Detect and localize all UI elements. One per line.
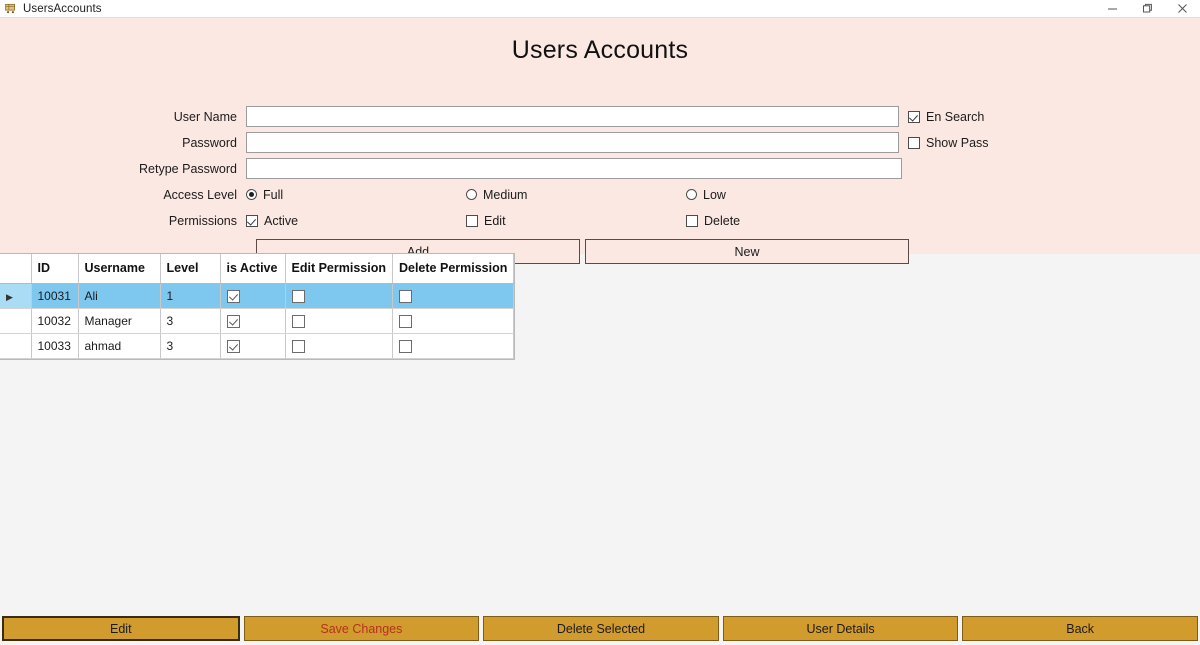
header-row-selector	[0, 254, 31, 283]
maximize-icon[interactable]	[1130, 0, 1165, 17]
radio-icon	[466, 189, 477, 200]
username-input[interactable]	[246, 106, 899, 127]
radio-icon	[246, 189, 257, 200]
checkbox-icon	[246, 215, 258, 227]
checkbox-icon[interactable]	[227, 315, 240, 328]
cell-is-active	[220, 308, 285, 333]
checkbox-icon[interactable]	[292, 340, 305, 353]
checkbox-permission-delete[interactable]: Delete	[686, 214, 740, 228]
cell-id: 10031	[31, 283, 78, 308]
en-search-checkbox[interactable]: En Search	[908, 110, 984, 124]
label-access-level: Access Level	[0, 188, 246, 202]
delete-selected-button[interactable]: Delete Selected	[483, 616, 719, 641]
radio-access-low[interactable]: Low	[686, 188, 726, 202]
retype-password-input[interactable]	[246, 158, 902, 179]
cell-id: 10032	[31, 308, 78, 333]
cell-username: Manager	[78, 308, 160, 333]
table-row[interactable]: 10032 Manager 3	[0, 308, 514, 333]
checkbox-icon[interactable]	[399, 290, 412, 303]
field-row-password: Password Show Pass	[0, 130, 1200, 155]
checkbox-icon[interactable]	[292, 315, 305, 328]
label-password: Password	[0, 136, 246, 150]
row-selector-arrow: ▶	[6, 292, 13, 302]
label-retype-password: Retype Password	[0, 162, 246, 176]
radio-access-full[interactable]: Full	[246, 188, 466, 202]
cell-delete-permission	[392, 308, 513, 333]
cell-edit-permission	[285, 333, 392, 358]
users-data-grid[interactable]: ID Username Level is Active Edit Permiss…	[0, 253, 515, 360]
radio-access-medium[interactable]: Medium	[466, 188, 686, 202]
radio-label-full: Full	[263, 188, 283, 202]
checkbox-permission-edit[interactable]: Edit	[466, 214, 686, 228]
permission-label-delete: Delete	[704, 214, 740, 228]
save-changes-button[interactable]: Save Changes	[244, 616, 480, 641]
new-button[interactable]: New	[585, 239, 909, 264]
permissions-row: Permissions Active Edit Delete	[0, 208, 1200, 233]
cell-delete-permission	[392, 333, 513, 358]
checkbox-icon[interactable]	[399, 315, 412, 328]
label-username: User Name	[0, 110, 246, 124]
checkbox-icon	[908, 137, 920, 149]
table-row[interactable]: 10033 ahmad 3	[0, 333, 514, 358]
header-username[interactable]: Username	[78, 254, 160, 283]
checkbox-icon	[908, 111, 920, 123]
radio-label-low: Low	[703, 188, 726, 202]
field-row-retype-password: Retype Password	[0, 156, 1200, 181]
en-search-label: En Search	[926, 110, 984, 124]
cell-username: Ali	[78, 283, 160, 308]
checkbox-icon	[686, 215, 698, 227]
checkbox-icon[interactable]	[227, 290, 240, 303]
window-controls	[1095, 0, 1200, 17]
header-delete-permission[interactable]: Delete Permission	[392, 254, 513, 283]
edit-button[interactable]: Edit	[2, 616, 240, 641]
radio-label-medium: Medium	[483, 188, 527, 202]
show-pass-label: Show Pass	[926, 136, 989, 150]
cell-id: 10033	[31, 333, 78, 358]
checkbox-permission-active[interactable]: Active	[246, 214, 466, 228]
checkbox-icon[interactable]	[227, 340, 240, 353]
header-level[interactable]: Level	[160, 254, 220, 283]
header-is-active[interactable]: is Active	[220, 254, 285, 283]
permission-label-active: Active	[264, 214, 298, 228]
checkbox-icon[interactable]	[292, 290, 305, 303]
password-input[interactable]	[246, 132, 899, 153]
minimize-icon[interactable]	[1095, 0, 1130, 17]
cell-delete-permission	[392, 283, 513, 308]
form-fields: User Name En Search Password Show Pass R…	[0, 104, 1200, 234]
radio-icon	[686, 189, 697, 200]
permission-label-edit: Edit	[484, 214, 506, 228]
cell-is-active	[220, 333, 285, 358]
checkbox-icon	[466, 215, 478, 227]
cell-edit-permission	[285, 308, 392, 333]
back-button[interactable]: Back	[962, 616, 1198, 641]
user-details-button[interactable]: User Details	[723, 616, 959, 641]
cell-is-active	[220, 283, 285, 308]
table-row[interactable]: ▶ 10031 Ali 1	[0, 283, 514, 308]
cell-level: 1	[160, 283, 220, 308]
close-icon[interactable]	[1165, 0, 1200, 17]
cell-edit-permission	[285, 283, 392, 308]
header-id[interactable]: ID	[31, 254, 78, 283]
access-level-row: Access Level Full Medium Low	[0, 182, 1200, 207]
table-header-row: ID Username Level is Active Edit Permiss…	[0, 254, 514, 283]
checkbox-icon[interactable]	[399, 340, 412, 353]
cell-level: 3	[160, 308, 220, 333]
window-title: UsersAccounts	[23, 3, 102, 15]
show-pass-checkbox[interactable]: Show Pass	[908, 136, 989, 150]
page-title: Users Accounts	[0, 18, 1200, 65]
cell-username: ahmad	[78, 333, 160, 358]
cell-level: 3	[160, 333, 220, 358]
header-edit-permission[interactable]: Edit Permission	[285, 254, 392, 283]
label-permissions: Permissions	[0, 214, 246, 228]
window-titlebar: UsersAccounts	[0, 0, 1200, 18]
bottom-toolbar: Edit Save Changes Delete Selected User D…	[0, 612, 1200, 645]
field-row-username: User Name En Search	[0, 104, 1200, 129]
cart-icon	[2, 1, 18, 17]
form-panel: Users Accounts User Name En Search Passw…	[0, 18, 1200, 254]
